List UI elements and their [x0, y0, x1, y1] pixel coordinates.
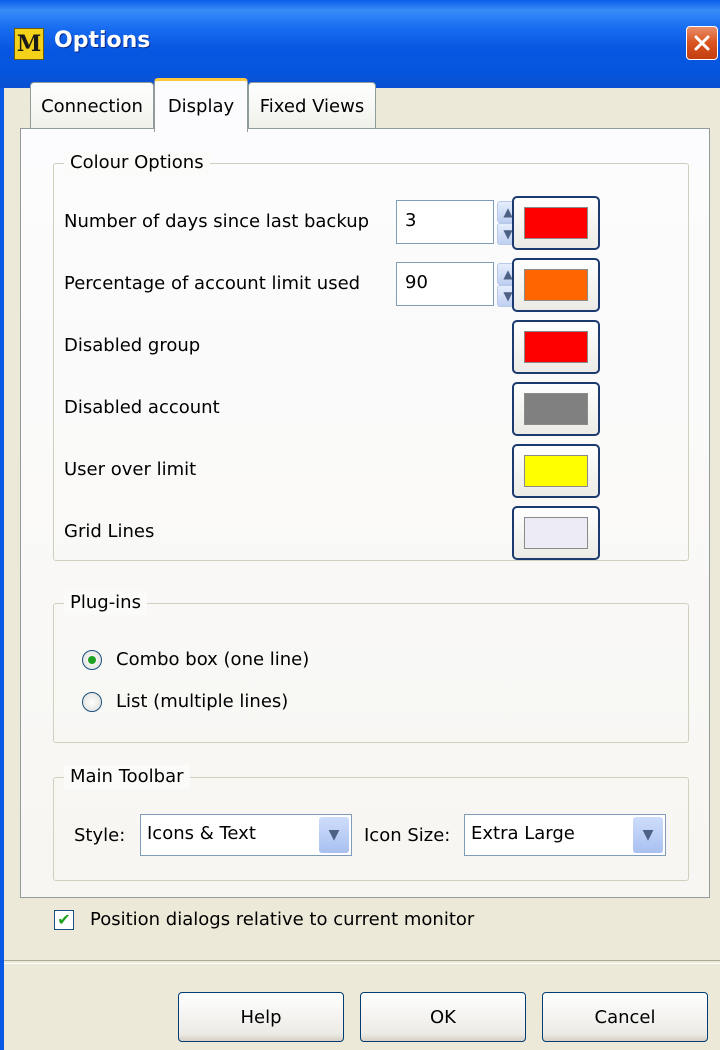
- colour-swatch: [524, 455, 588, 487]
- colour-swatch: [524, 517, 588, 549]
- app-icon-letter: M: [16, 31, 42, 57]
- tab-fixed-views[interactable]: Fixed Views: [248, 82, 376, 130]
- colour-swatch: [524, 331, 588, 363]
- plugins-group: Plug-ins Combo box (one line) List (mult…: [53, 591, 689, 743]
- list-label[interactable]: List (multiple lines): [116, 690, 288, 714]
- grid-lines-label: Grid Lines: [64, 521, 155, 542]
- tab-connection[interactable]: Connection: [30, 82, 154, 130]
- account-limit-colour-button[interactable]: [512, 258, 600, 312]
- app-icon: M: [14, 28, 44, 60]
- button-separator: [4, 960, 720, 964]
- icon-size-select-value: Extra Large: [471, 823, 575, 844]
- dialog-body: Connection Display Fixed Views Colour Op…: [4, 78, 720, 1050]
- main-toolbar-legend: Main Toolbar: [64, 765, 190, 789]
- colour-options-legend: Colour Options: [64, 151, 210, 175]
- main-toolbar-group: Main Toolbar Style: Icons & Text ▼ Icon …: [53, 765, 689, 881]
- disabled-group-label: Disabled group: [64, 335, 201, 356]
- position-dialogs-checkbox[interactable]: ✔: [54, 910, 74, 930]
- help-button[interactable]: Help: [178, 992, 344, 1042]
- plugins-legend: Plug-ins: [64, 591, 147, 615]
- account-limit-input[interactable]: 90 ▲ ▼: [396, 262, 519, 307]
- cancel-button-label: Cancel: [594, 1006, 656, 1028]
- combo-box-radio[interactable]: [82, 650, 102, 670]
- grid-lines-colour-button[interactable]: [512, 506, 600, 560]
- account-limit-label: Percentage of account limit used: [64, 273, 361, 294]
- list-radio[interactable]: [82, 692, 102, 712]
- icon-size-label: Icon Size:: [364, 825, 451, 846]
- title-bar: M Options: [0, 0, 720, 88]
- chevron-down-icon[interactable]: ▼: [633, 817, 663, 853]
- disabled-group-colour-button[interactable]: [512, 320, 600, 374]
- radio-selected-dot: [88, 656, 96, 664]
- display-tab-panel: Colour Options Number of days since last…: [20, 128, 710, 898]
- days-since-backup-input[interactable]: 3 ▲ ▼: [396, 200, 519, 245]
- ok-button[interactable]: OK: [360, 992, 526, 1042]
- style-label: Style:: [74, 825, 126, 846]
- days-since-backup-value: 3: [405, 210, 417, 231]
- tab-display[interactable]: Display: [154, 78, 248, 132]
- disabled-account-label: Disabled account: [64, 397, 220, 418]
- position-dialogs-label[interactable]: Position dialogs relative to current mon…: [90, 908, 474, 932]
- account-limit-value: 90: [405, 272, 428, 293]
- cancel-button[interactable]: Cancel: [542, 992, 708, 1042]
- colour-options-group: Colour Options Number of days since last…: [53, 151, 689, 561]
- icon-size-select[interactable]: Extra Large ▼: [464, 814, 666, 856]
- disabled-account-colour-button[interactable]: [512, 382, 600, 436]
- ok-button-label: OK: [430, 1006, 456, 1028]
- combo-box-label[interactable]: Combo box (one line): [116, 648, 309, 672]
- window-title: Options: [54, 28, 151, 53]
- colour-swatch: [524, 269, 588, 301]
- close-button[interactable]: [686, 26, 718, 60]
- user-over-limit-label: User over limit: [64, 459, 197, 480]
- user-over-limit-colour-button[interactable]: [512, 444, 600, 498]
- days-since-backup-label: Number of days since last backup: [64, 211, 370, 232]
- chevron-down-icon[interactable]: ▼: [319, 817, 349, 853]
- help-button-label: Help: [240, 1006, 282, 1028]
- close-icon: [694, 35, 710, 51]
- tab-connection-label: Connection: [41, 96, 143, 117]
- colour-swatch: [524, 393, 588, 425]
- style-select-value: Icons & Text: [147, 823, 256, 844]
- colour-swatch: [524, 207, 588, 239]
- tab-fixed-views-label: Fixed Views: [259, 96, 365, 117]
- style-select[interactable]: Icons & Text ▼: [140, 814, 352, 856]
- tab-display-label: Display: [167, 96, 235, 117]
- days-since-backup-colour-button[interactable]: [512, 196, 600, 250]
